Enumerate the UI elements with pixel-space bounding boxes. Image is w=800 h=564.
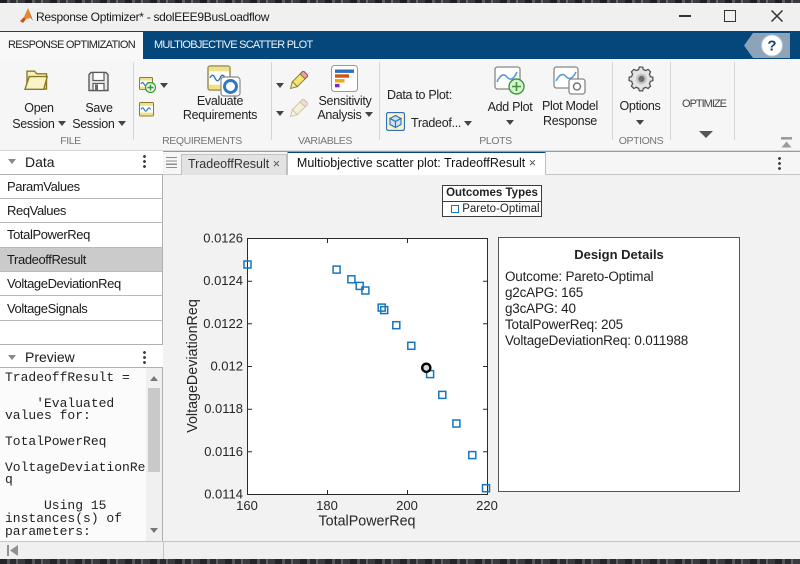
svg-text:160: 160: [236, 498, 258, 513]
svg-text:200: 200: [396, 498, 418, 513]
svg-text:0.0122: 0.0122: [203, 316, 243, 331]
svg-text:0.0118: 0.0118: [204, 401, 243, 416]
svg-text:TotalPowerReq: TotalPowerReq: [319, 514, 416, 530]
svg-text:220: 220: [476, 498, 498, 513]
svg-text:VoltageDeviationReq: VoltageDeviationReq: [185, 299, 201, 433]
svg-text:0.0126: 0.0126: [203, 231, 243, 246]
svg-text:0.012: 0.012: [210, 359, 243, 374]
svg-text:0.0116: 0.0116: [204, 444, 243, 459]
svg-text:?: ?: [767, 38, 776, 55]
svg-text:180: 180: [316, 498, 338, 513]
svg-text:0.0124: 0.0124: [203, 273, 243, 288]
